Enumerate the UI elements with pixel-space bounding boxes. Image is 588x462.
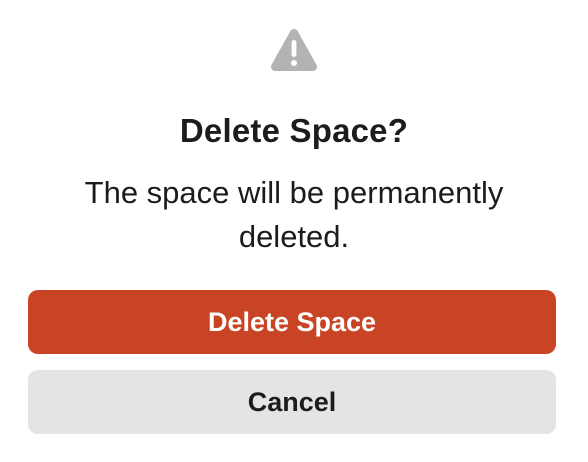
- delete-space-dialog: Delete Space? The space will be permanen…: [0, 0, 588, 462]
- dialog-title: Delete Space?: [179, 112, 409, 149]
- warning-triangle-icon: [270, 29, 318, 71]
- icon-container: [0, 26, 588, 76]
- dialog-message: The space will be permanently deleted.: [84, 175, 504, 254]
- cancel-button[interactable]: Cancel: [28, 370, 556, 434]
- delete-space-button[interactable]: Delete Space: [28, 290, 556, 354]
